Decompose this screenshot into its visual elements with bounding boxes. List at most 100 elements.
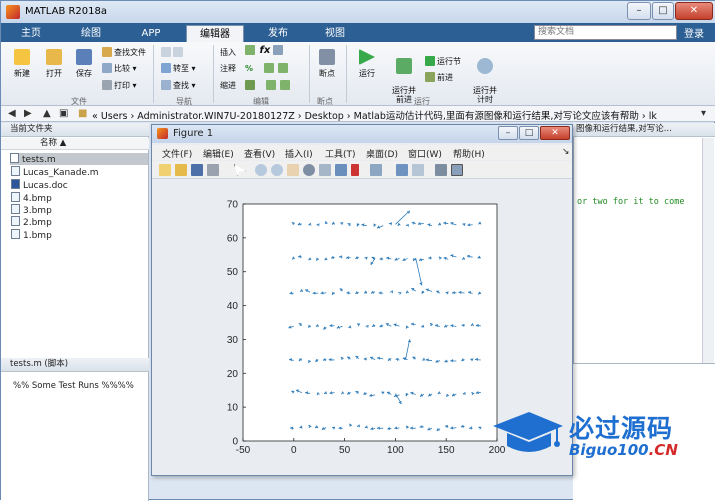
edit-plot-icon[interactable]: [234, 164, 246, 176]
edit-icons-row1[interactable]: fx: [245, 45, 285, 56]
y-tick-label: 60: [227, 233, 239, 244]
tab-plots[interactable]: 绘图: [69, 25, 113, 42]
quiver-arrow: [475, 359, 481, 360]
figure-toolbar: [152, 161, 572, 179]
find-files-button[interactable]: 查找文件: [102, 47, 146, 58]
edit-icons-row2[interactable]: %: [245, 63, 290, 73]
print-button[interactable]: 打印 ▾: [102, 80, 137, 91]
file-item[interactable]: Lucas.doc: [11, 179, 68, 191]
data-cursor-icon[interactable]: [319, 164, 331, 176]
dock-icon[interactable]: ↘: [562, 147, 570, 157]
breakpoints-button[interactable]: 断点: [314, 49, 340, 79]
path-dropdown-icon[interactable]: ▾: [701, 108, 706, 119]
menu-edit[interactable]: 编辑(E): [203, 147, 234, 160]
indent-button[interactable]: 缩进: [220, 80, 236, 91]
separator: [309, 45, 310, 103]
colorbar-icon[interactable]: [396, 164, 408, 176]
legend-icon[interactable]: [412, 164, 424, 176]
current-folder-path[interactable]: « Users › Administrator.WIN7U-20180127Z …: [92, 108, 657, 122]
browse-folder-icon[interactable]: ▣: [59, 108, 68, 119]
tab-apps[interactable]: APP: [129, 25, 173, 42]
print-figure-icon[interactable]: [207, 164, 219, 176]
run-section-button[interactable]: 运行节: [425, 56, 461, 67]
forward-arrow-icon[interactable]: ▶: [24, 108, 32, 119]
back-arrow-icon[interactable]: ◀: [8, 108, 16, 119]
advance-button[interactable]: 前进: [425, 72, 453, 83]
save-button[interactable]: 保存: [71, 49, 97, 79]
menu-tools[interactable]: 工具(T): [325, 147, 356, 160]
up-folder-icon[interactable]: ▲: [43, 108, 51, 119]
menu-file[interactable]: 文件(F): [162, 147, 192, 160]
m-file-icon: [10, 153, 19, 163]
back-forward-buttons[interactable]: [161, 47, 185, 57]
file-item[interactable]: tests.m: [10, 153, 148, 165]
indent-icon: [266, 80, 276, 90]
tab-publish[interactable]: 发布: [256, 25, 300, 42]
rotate-icon[interactable]: [303, 164, 315, 176]
file-item[interactable]: 2.bmp: [11, 216, 52, 228]
compare-button[interactable]: 比较 ▾: [102, 63, 137, 74]
brush-color-icon[interactable]: [351, 164, 359, 176]
link-plot-icon[interactable]: [370, 164, 382, 176]
close-button[interactable]: ✕: [675, 2, 713, 20]
open-button[interactable]: 打开: [41, 49, 67, 79]
search-docs-input[interactable]: 搜索文档: [534, 25, 677, 40]
zoom-out-icon[interactable]: [271, 164, 283, 176]
menu-help[interactable]: 帮助(H): [453, 147, 485, 160]
tab-editor[interactable]: 编辑器: [186, 25, 244, 42]
menu-window[interactable]: 窗口(W): [408, 147, 442, 160]
menu-desktop[interactable]: 桌面(D): [366, 147, 398, 160]
y-tick-label: 40: [227, 301, 239, 312]
file-item[interactable]: Lucas_Kanade.m: [11, 166, 99, 178]
login-link[interactable]: 登录: [684, 25, 704, 40]
code-comment-line[interactable]: or two for it to come: [577, 197, 684, 207]
insert-button[interactable]: 插入: [220, 47, 236, 58]
tab-home[interactable]: 主页: [9, 25, 53, 42]
open-file-icon[interactable]: [175, 164, 187, 176]
hide-tools-icon[interactable]: [435, 164, 447, 176]
figure-minimize-button[interactable]: –: [498, 126, 518, 140]
watermark-url: Biguo100.CN: [569, 441, 678, 459]
breakpoints-icon: [319, 49, 335, 65]
new-button[interactable]: 新建: [9, 49, 35, 79]
pan-icon[interactable]: [287, 164, 299, 176]
current-folder-header: 当前文件夹: [1, 123, 149, 137]
edit-icons-row3[interactable]: [245, 80, 292, 90]
name-column-header[interactable]: 名称 ▲: [1, 138, 149, 150]
show-tools-icon[interactable]: [451, 164, 463, 176]
file-item[interactable]: 1.bmp: [11, 229, 52, 241]
fx-icon: fx: [260, 45, 271, 56]
file-item[interactable]: 3.bmp: [11, 204, 52, 216]
x-tick-label: 50: [339, 445, 351, 456]
goto-button[interactable]: 转至 ▾: [161, 63, 196, 74]
file-item[interactable]: 4.bmp: [11, 192, 52, 204]
save-figure-icon[interactable]: [191, 164, 203, 176]
find-icon: [161, 80, 171, 90]
comment-button[interactable]: 注释: [220, 63, 236, 74]
new-icon: [14, 49, 30, 65]
menu-insert[interactable]: 插入(I): [285, 147, 313, 160]
find-button[interactable]: 查找 ▾: [161, 80, 196, 91]
watermark-title: 必过源码: [569, 409, 673, 445]
zoom-in-icon[interactable]: [255, 164, 267, 176]
brush-icon[interactable]: [335, 164, 347, 176]
new-figure-icon[interactable]: [159, 164, 171, 176]
tab-view[interactable]: 视图: [313, 25, 357, 42]
menu-view[interactable]: 查看(V): [244, 147, 275, 160]
run-and-time-button[interactable]: 运行并 计时: [469, 49, 501, 104]
editor-scrollbar[interactable]: [702, 138, 714, 363]
back-icon: [161, 47, 171, 57]
editor-path-tab[interactable]: 图像和运行结果,对写论...: [573, 123, 715, 137]
image-file-icon: [11, 216, 20, 226]
y-tick-label: 70: [227, 200, 239, 211]
run-button[interactable]: 运行: [353, 49, 381, 79]
insert-section-icon: [245, 45, 255, 55]
figure-close-button[interactable]: ✕: [540, 126, 570, 140]
maximize-button[interactable]: □: [652, 2, 674, 20]
minimize-button[interactable]: –: [627, 2, 651, 20]
title-bar: MATLAB R2018a – □ ✕: [1, 1, 715, 23]
separator: [213, 45, 214, 103]
percent-icon: %: [245, 64, 253, 73]
figure-menu-bar: 文件(F) 编辑(E) 查看(V) 插入(I) 工具(T) 桌面(D) 窗口(W…: [152, 145, 572, 160]
figure-maximize-button[interactable]: □: [519, 126, 539, 140]
